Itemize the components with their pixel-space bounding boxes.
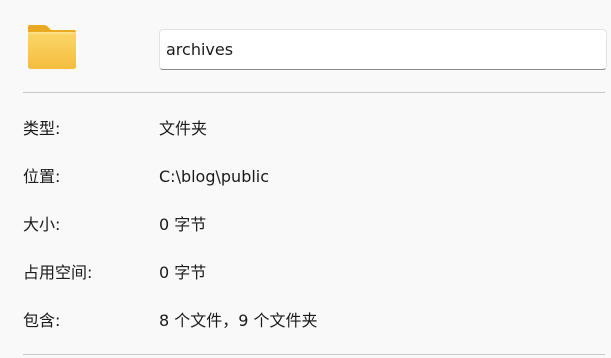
property-value: 8 个文件，9 个文件夹 (159, 311, 318, 330)
property-label: 大小: (23, 215, 61, 234)
property-label: 占用空间: (23, 263, 93, 282)
property-label: 类型: (23, 119, 61, 138)
folder-name-input[interactable] (159, 29, 607, 70)
property-label: 位置: (23, 167, 61, 186)
property-value: 0 字节 (159, 263, 207, 282)
divider (23, 92, 605, 93)
property-row-contains: 包含: 8 个文件，9 个文件夹 (0, 309, 611, 333)
properties-panel: 类型: 文件夹 位置: C:\blog\public 大小: 0 字节 占用空间… (0, 0, 611, 358)
folder-icon (26, 23, 78, 71)
property-row-type: 类型: 文件夹 (0, 117, 611, 141)
property-row-location: 位置: C:\blog\public (0, 165, 611, 189)
property-label: 包含: (23, 311, 61, 330)
property-value: C:\blog\public (159, 167, 270, 186)
property-value: 0 字节 (159, 215, 207, 234)
divider (23, 354, 605, 355)
property-row-size-on-disk: 占用空间: 0 字节 (0, 261, 611, 285)
property-value: 文件夹 (159, 119, 208, 138)
property-row-size: 大小: 0 字节 (0, 213, 611, 237)
